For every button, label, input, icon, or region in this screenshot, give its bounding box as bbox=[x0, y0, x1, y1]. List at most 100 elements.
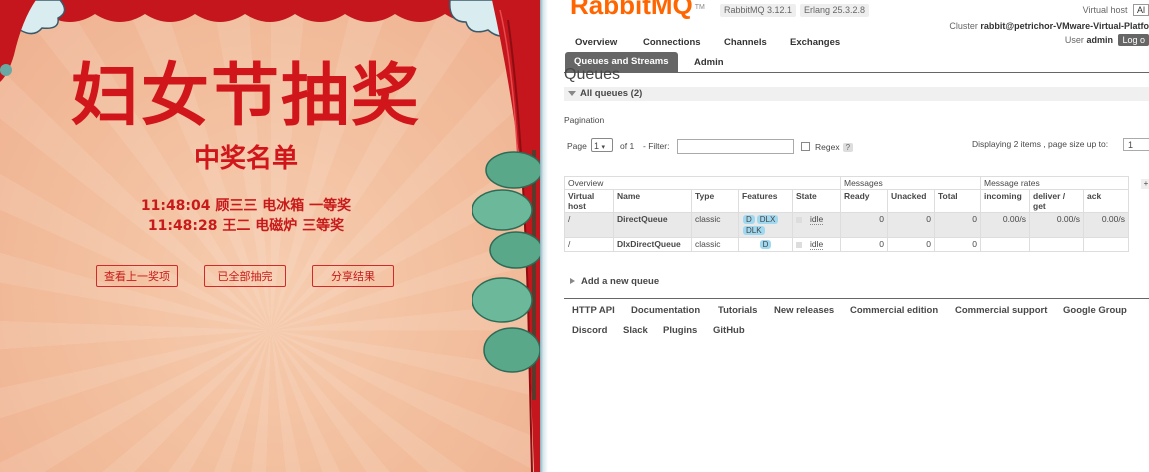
erlang-version-badge: Erlang 25.3.2.8 bbox=[800, 4, 870, 17]
footer-link-google-group[interactable]: Google Group bbox=[1063, 305, 1127, 316]
page-label: Page bbox=[567, 141, 587, 151]
feature-tag-durable: D bbox=[759, 240, 772, 249]
cell-ready: 0 bbox=[840, 212, 888, 238]
chevron-down-icon: ▾ bbox=[601, 144, 606, 151]
cell-total: 0 bbox=[934, 237, 981, 252]
add-new-queue-toggle[interactable]: Add a new queue bbox=[564, 276, 659, 287]
page-count: of 1 bbox=[620, 141, 635, 151]
cell-ack: 0.00/s bbox=[1083, 212, 1129, 238]
winners-heading: 中奖名单 bbox=[193, 144, 298, 174]
footer-link-commercial-edition[interactable]: Commercial edition bbox=[850, 305, 938, 316]
page-title: Queues bbox=[564, 66, 621, 83]
help-icon[interactable]: ? bbox=[842, 143, 854, 152]
footer-link-documentation[interactable]: Documentation bbox=[631, 305, 700, 316]
rabbitmq-version-badge: RabbitMQ 3.12.1 bbox=[720, 4, 797, 17]
expand-arrow-icon bbox=[570, 278, 575, 285]
cell-unacked: 0 bbox=[887, 237, 935, 252]
nav-underline bbox=[564, 72, 1149, 73]
feature-tag-dlk: DLK bbox=[743, 226, 765, 235]
cell-deliver-get: 0.00/s bbox=[1029, 212, 1084, 238]
page-size-input[interactable]: 1 bbox=[1123, 138, 1149, 151]
cell-state: idle bbox=[792, 212, 841, 238]
col-state: State bbox=[792, 189, 841, 213]
col-virtual-host: Virtual host bbox=[564, 189, 614, 213]
filter-label: - Filter: bbox=[643, 141, 670, 151]
window-divider bbox=[540, 0, 548, 472]
filter-input[interactable] bbox=[677, 139, 794, 154]
all-drawn-button[interactable]: 已全部抽完 bbox=[204, 265, 286, 287]
state-indicator-icon bbox=[796, 241, 802, 248]
cell-ack bbox=[1083, 237, 1129, 252]
view-previous-prize-button[interactable]: 查看上一奖项 bbox=[96, 265, 178, 287]
cell-incoming bbox=[980, 237, 1030, 252]
footer-link-http-api[interactable]: HTTP API bbox=[572, 305, 615, 316]
footer-link-github[interactable]: GitHub bbox=[713, 325, 745, 336]
logout-button[interactable]: Log o bbox=[1118, 34, 1149, 46]
tab-admin[interactable]: Admin bbox=[694, 57, 724, 68]
col-ack: ack bbox=[1083, 189, 1129, 213]
col-name: Name bbox=[613, 189, 692, 213]
cell-state: idle bbox=[792, 237, 841, 252]
cell-ready: 0 bbox=[840, 237, 888, 252]
virtual-host-selector: Virtual host Al bbox=[1083, 4, 1149, 16]
col-deliver-get: deliver / get bbox=[1029, 189, 1084, 213]
col-incoming: incoming bbox=[980, 189, 1030, 213]
cluster-info: Cluster rabbit@petrichor-VMware-Virtual-… bbox=[949, 21, 1149, 31]
displaying-items-text: Displaying 2 items , page size up to: bbox=[972, 139, 1109, 149]
feature-tag-durable: D bbox=[743, 215, 755, 224]
footer-link-slack[interactable]: Slack bbox=[623, 325, 648, 336]
queues-table: Overview Messages Message rates Virtual … bbox=[564, 176, 1129, 252]
rabbitmq-panel: RabbitMQ TM RabbitMQ 3.12.1 Erlang 25.3.2… bbox=[548, 0, 1149, 472]
cell-type: classic bbox=[691, 237, 739, 252]
queue-name-link[interactable]: DirectQueue bbox=[613, 212, 692, 238]
rabbitmq-logo[interactable]: RabbitMQ TM bbox=[570, 0, 705, 21]
table-row[interactable]: / DlxDirectQueue classic D idle 0 0 0 bbox=[564, 237, 1129, 252]
col-type: Type bbox=[691, 189, 739, 213]
virtual-host-select[interactable]: Al bbox=[1132, 4, 1149, 16]
group-message-rates: Message rates bbox=[980, 176, 1129, 190]
lottery-title: 妇女节抽奖 bbox=[70, 57, 421, 136]
pine-tree-decoration bbox=[472, 150, 542, 400]
cell-unacked: 0 bbox=[887, 212, 935, 238]
user-info: User admin Log o bbox=[1065, 34, 1149, 46]
group-messages: Messages bbox=[840, 176, 981, 190]
queue-name-link[interactable]: DlxDirectQueue bbox=[613, 237, 692, 252]
regex-label: Regex? bbox=[815, 142, 854, 152]
footer-link-discord[interactable]: Discord bbox=[572, 325, 607, 336]
col-features: Features bbox=[738, 189, 793, 213]
winner-entry: 11:48:28 王二 电磁炉 三等奖 bbox=[147, 218, 345, 234]
tab-overview[interactable]: Overview bbox=[575, 37, 617, 48]
col-unacked: Unacked bbox=[887, 189, 935, 213]
state-indicator-icon bbox=[796, 216, 802, 223]
share-results-button[interactable]: 分享结果 bbox=[312, 265, 394, 287]
cell-deliver-get bbox=[1029, 237, 1084, 252]
tab-channels[interactable]: Channels bbox=[724, 37, 767, 48]
footer-link-plugins[interactable]: Plugins bbox=[663, 325, 697, 336]
feature-tag-dlx: DLX bbox=[756, 215, 779, 224]
collapse-arrow-icon bbox=[568, 90, 576, 96]
all-queues-toggle[interactable]: All queues (2) bbox=[564, 87, 1149, 101]
cell-vhost: / bbox=[564, 212, 614, 238]
winner-entry: 11:48:04 顾三三 电冰箱 一等奖 bbox=[140, 198, 352, 214]
col-total: Total bbox=[934, 189, 981, 213]
pagination-label: Pagination bbox=[564, 115, 605, 125]
tab-connections[interactable]: Connections bbox=[643, 37, 701, 48]
footer-link-new-releases[interactable]: New releases bbox=[774, 305, 834, 316]
page-select[interactable]: 1 ▾ bbox=[591, 138, 613, 152]
footer-link-tutorials[interactable]: Tutorials bbox=[718, 305, 757, 316]
cell-type: classic bbox=[691, 212, 739, 238]
col-ready: Ready bbox=[840, 189, 888, 213]
tab-exchanges[interactable]: Exchanges bbox=[790, 37, 840, 48]
table-row[interactable]: / DirectQueue classic D DLX DLK idle 0 0 … bbox=[564, 212, 1129, 238]
add-columns-button[interactable]: + bbox=[1141, 179, 1149, 189]
cell-features: D bbox=[738, 237, 793, 252]
lottery-panel: 妇女节抽奖 中奖名单 11:48:04 顾三三 电冰箱 一等奖 11:48:28… bbox=[0, 0, 542, 472]
cell-total: 0 bbox=[934, 212, 981, 238]
cell-incoming: 0.00/s bbox=[980, 212, 1030, 238]
regex-checkbox[interactable] bbox=[801, 142, 810, 151]
footer-link-commercial-support[interactable]: Commercial support bbox=[955, 305, 1047, 316]
cell-vhost: / bbox=[564, 237, 614, 252]
cell-features: D DLX DLK bbox=[738, 212, 793, 238]
group-overview: Overview bbox=[564, 176, 841, 190]
footer-divider bbox=[564, 298, 1149, 299]
